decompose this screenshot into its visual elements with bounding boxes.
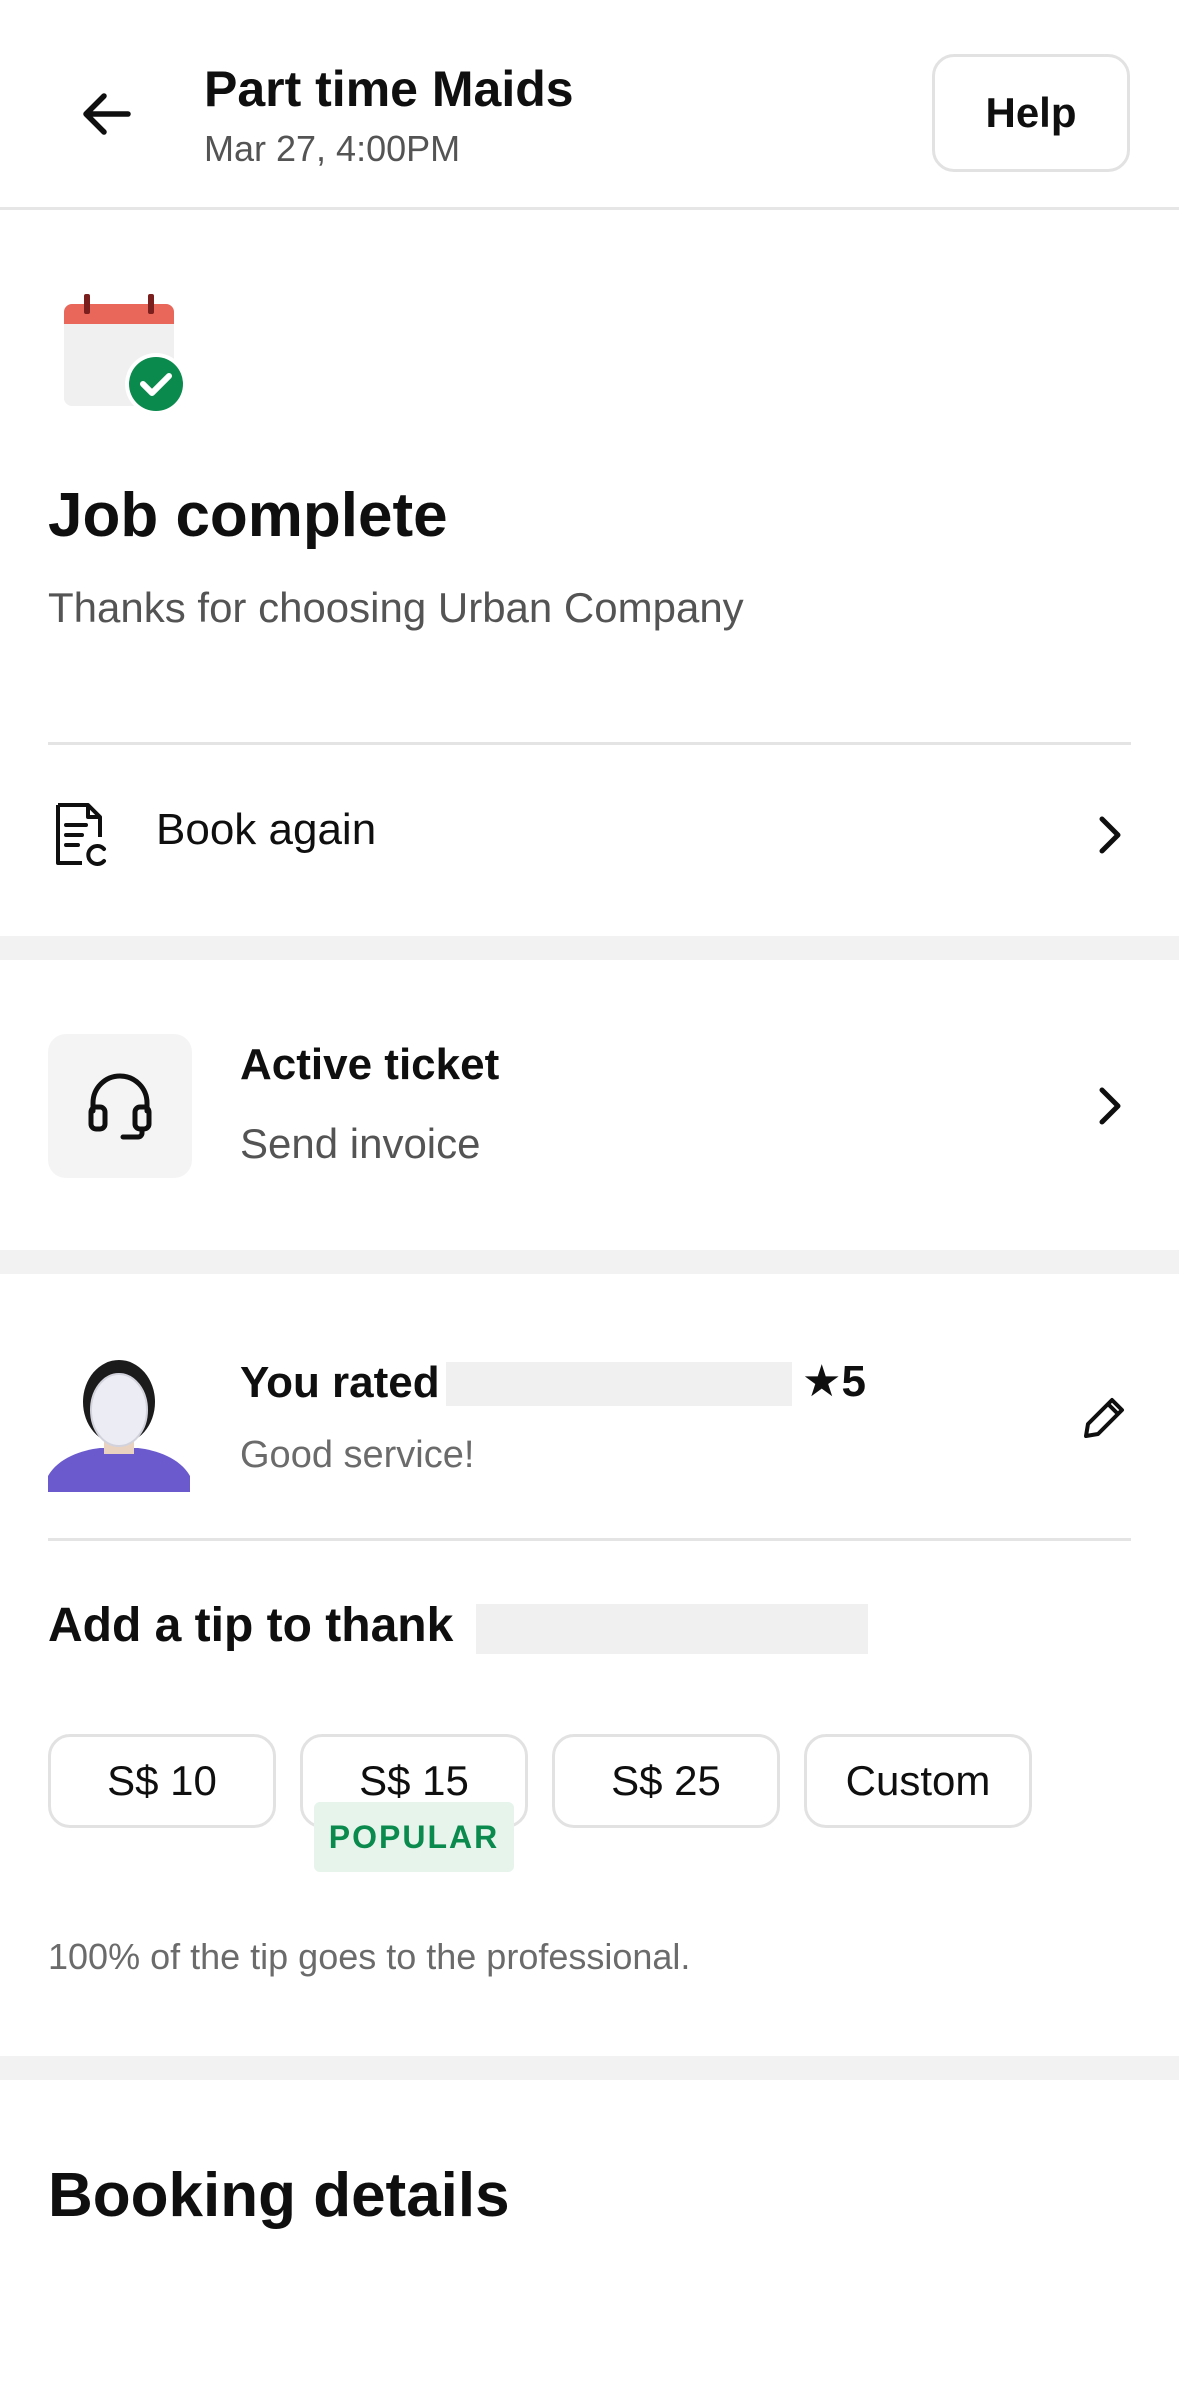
section-separator bbox=[0, 2056, 1179, 2080]
calendar-check-icon bbox=[62, 290, 192, 420]
help-button[interactable]: Help bbox=[932, 54, 1130, 172]
section-separator bbox=[0, 936, 1179, 960]
book-again-label: Book again bbox=[156, 805, 377, 854]
chevron-right-icon bbox=[1099, 816, 1121, 854]
avatar bbox=[48, 1350, 190, 1492]
divider bbox=[48, 1538, 1131, 1541]
pencil-icon[interactable] bbox=[1082, 1394, 1128, 1440]
booking-datetime: Mar 27, 4:00PM bbox=[204, 128, 461, 169]
top-bar: Part time Maids Mar 27, 4:00PM Help bbox=[0, 0, 1179, 210]
rating-row: You rated ★5 Good service! bbox=[0, 1274, 1179, 1540]
ticket-subtitle: Send invoice bbox=[240, 1120, 481, 1167]
status-title: Job complete bbox=[48, 481, 448, 550]
arrow-left-icon bbox=[83, 93, 131, 135]
ticket-icon-box bbox=[48, 1034, 192, 1178]
tip-note: 100% of the tip goes to the professional… bbox=[48, 1936, 691, 1977]
ticket-title: Active ticket bbox=[240, 1040, 500, 1089]
tip-title: Add a tip to thank bbox=[48, 1599, 454, 1652]
tip-option-custom[interactable]: Custom bbox=[804, 1734, 1032, 1828]
rating-stars: ★5 bbox=[802, 1357, 866, 1406]
headset-icon bbox=[88, 1073, 152, 1140]
redacted-name bbox=[476, 1604, 868, 1654]
page-title: Part time Maids bbox=[204, 61, 574, 117]
popular-badge: POPULAR bbox=[314, 1802, 514, 1872]
status-subtitle: Thanks for choosing Urban Company bbox=[48, 584, 744, 631]
rating-label: You rated bbox=[240, 1358, 440, 1407]
active-ticket-row[interactable]: Active ticket Send invoice bbox=[0, 960, 1179, 1250]
receipt-icon bbox=[52, 801, 108, 867]
rating-comment: Good service! bbox=[240, 1434, 475, 1476]
tip-option-25[interactable]: S$ 25 bbox=[552, 1734, 780, 1828]
booking-details-title: Booking details bbox=[48, 2161, 510, 2230]
back-button[interactable] bbox=[70, 78, 142, 150]
redacted-name bbox=[446, 1362, 792, 1406]
book-again-row[interactable]: Book again bbox=[0, 745, 1179, 935]
tip-option-10[interactable]: S$ 10 bbox=[48, 1734, 276, 1828]
section-separator bbox=[0, 1250, 1179, 1274]
chevron-right-icon bbox=[1099, 1087, 1121, 1125]
